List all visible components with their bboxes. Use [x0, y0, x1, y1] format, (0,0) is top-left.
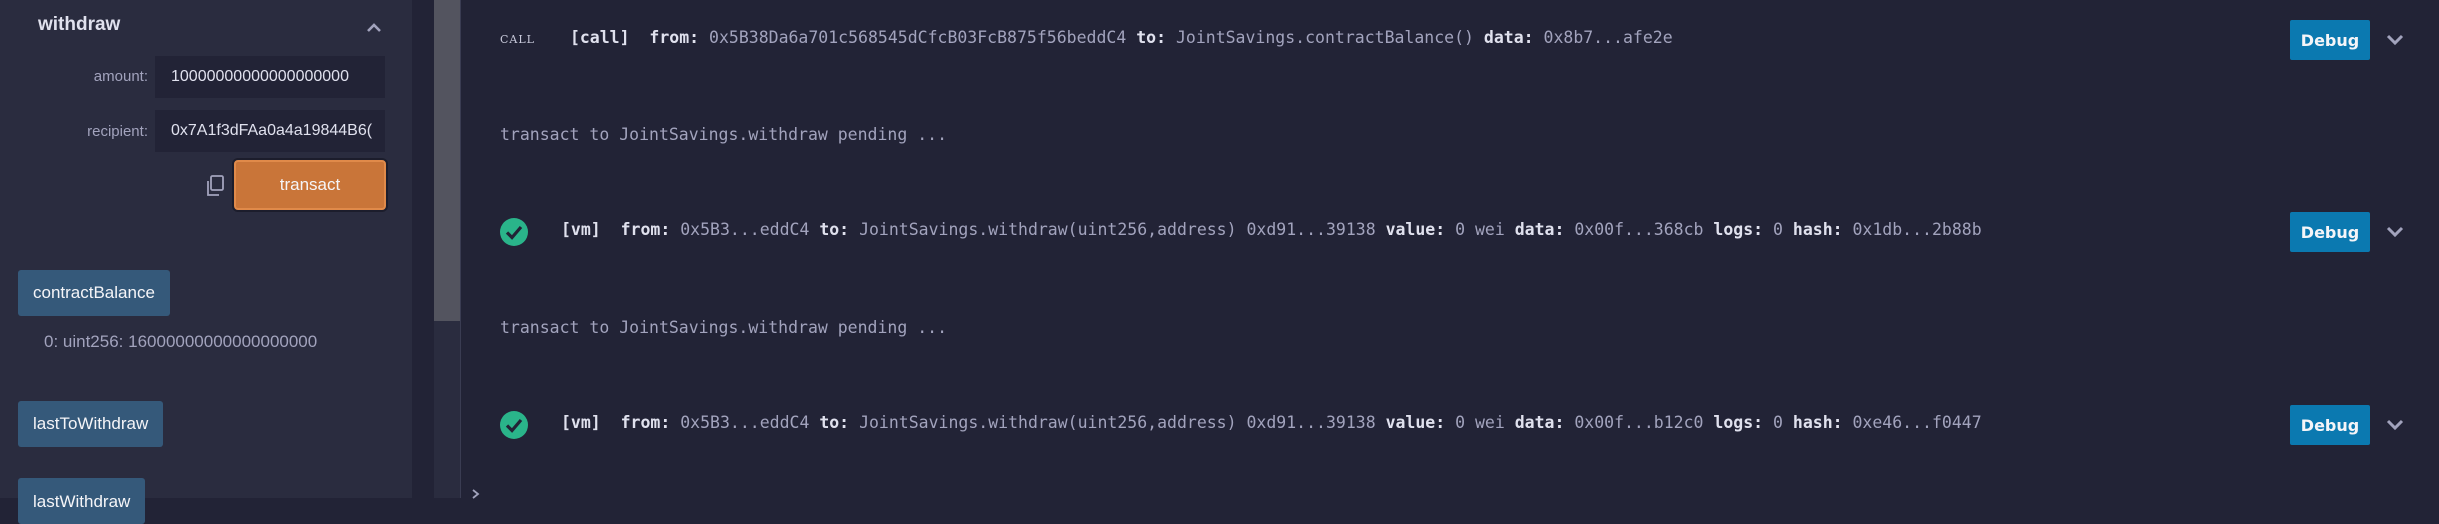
terminal-pending-line: transact to JointSavings.withdraw pendin… — [500, 318, 948, 337]
check-circle-icon — [500, 218, 528, 246]
debug-button[interactable]: Debug — [2290, 405, 2370, 445]
chevron-down-icon[interactable] — [2383, 28, 2407, 52]
chevron-down-icon[interactable] — [2383, 413, 2407, 437]
recipient-label: recipient: — [87, 123, 148, 140]
debug-button[interactable]: Debug — [2290, 212, 2370, 252]
transact-button[interactable]: transact — [234, 160, 386, 210]
contract-balance-button[interactable]: contractBalance — [18, 270, 170, 316]
copy-icon[interactable] — [204, 174, 226, 198]
debug-button[interactable]: Debug — [2290, 20, 2370, 60]
function-panel: withdraw amount: 10000000000000000000 re… — [0, 0, 412, 524]
chevron-right-icon — [472, 489, 480, 499]
check-circle-icon — [500, 411, 528, 439]
amount-input[interactable]: 10000000000000000000 — [154, 55, 386, 99]
terminal-pending-line: transact to JointSavings.withdraw pendin… — [500, 125, 948, 144]
recipient-input[interactable]: 0x7A1f3dFAa0a4a19844B6( — [154, 109, 386, 153]
scrollbar-thumb[interactable] — [434, 0, 460, 321]
terminal-entry-call[interactable]: CALL [call] from: 0x5B38Da6a701c568545dC… — [500, 28, 1673, 47]
function-title: withdraw — [38, 14, 121, 35]
chevron-up-icon[interactable] — [364, 18, 384, 38]
amount-label: amount: — [93, 68, 148, 85]
last-to-withdraw-button[interactable]: lastToWithdraw — [18, 401, 164, 447]
last-withdraw-button[interactable]: lastWithdraw — [18, 478, 146, 524]
contract-balance-result: 0: uint256: 16000000000000000000 — [44, 332, 318, 351]
terminal-entry-vm[interactable]: [vm] from: 0x5B3...eddC4 to: JointSaving… — [561, 413, 1982, 432]
panel-gutter — [412, 0, 434, 498]
chevron-down-icon[interactable] — [2383, 220, 2407, 244]
terminal-entry-vm[interactable]: [vm] from: 0x5B3...eddC4 to: JointSaving… — [561, 220, 1982, 239]
panel-divider — [460, 0, 461, 498]
call-badge: CALL — [500, 33, 535, 46]
